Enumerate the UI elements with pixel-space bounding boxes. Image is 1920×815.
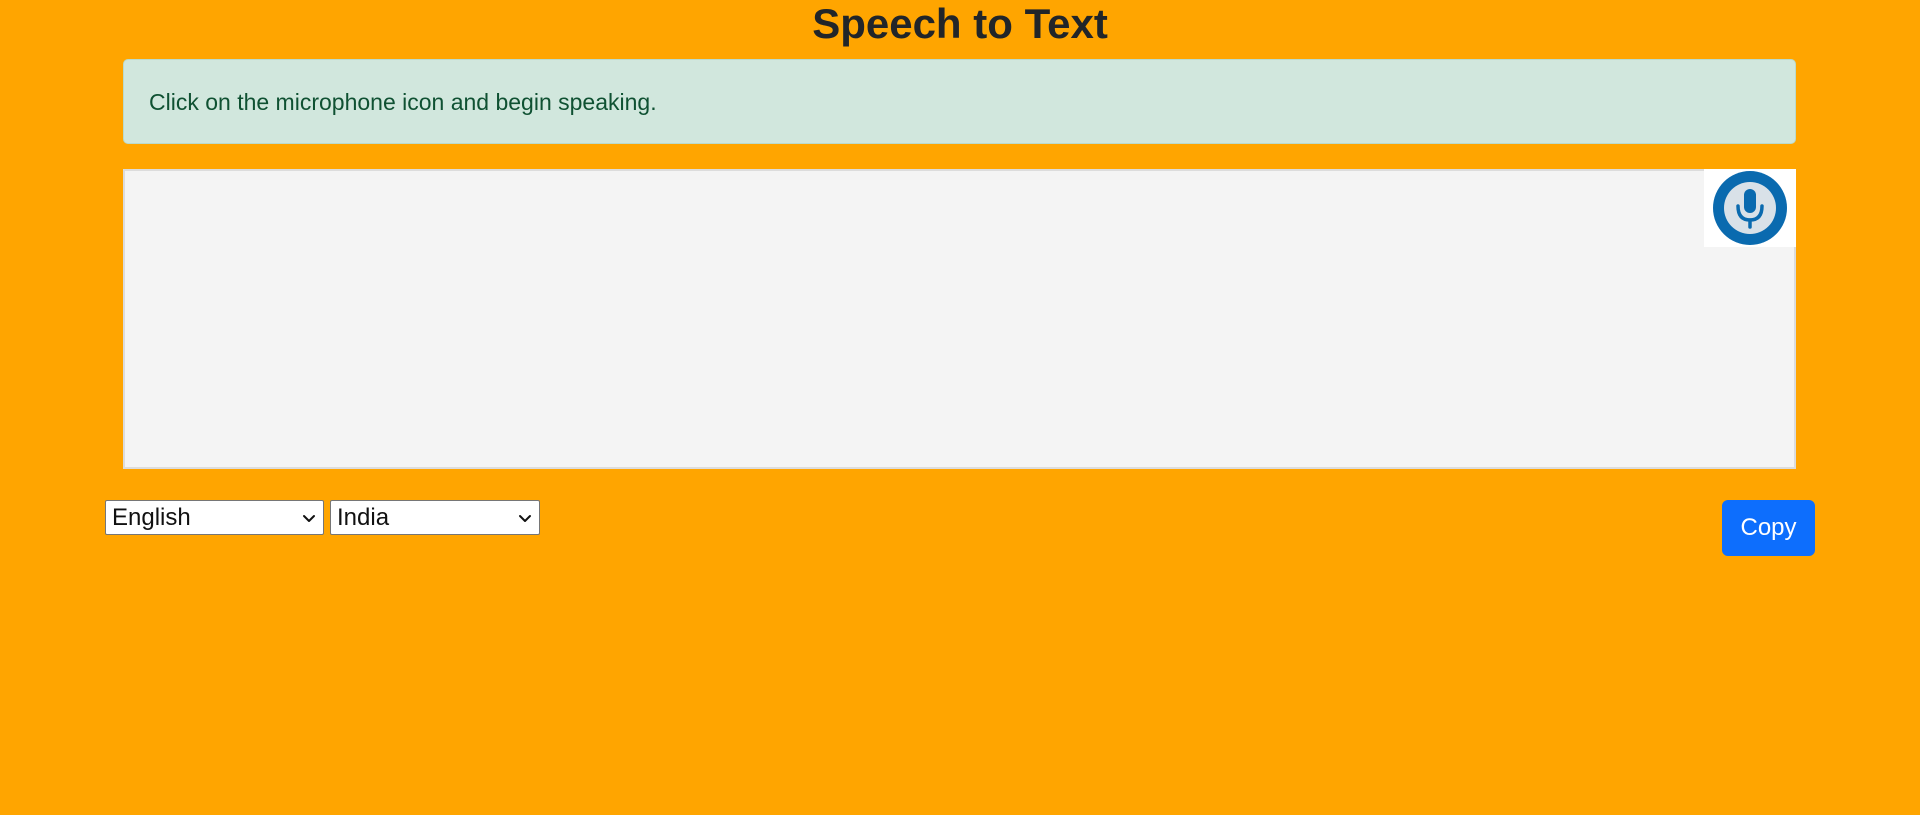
- info-message: Click on the microphone icon and begin s…: [149, 89, 657, 115]
- microphone-button[interactable]: [1704, 169, 1796, 247]
- language-select[interactable]: English: [105, 500, 324, 535]
- copy-button[interactable]: Copy: [1722, 500, 1815, 556]
- chevron-down-icon: [519, 514, 531, 522]
- region-select[interactable]: India: [330, 500, 540, 535]
- region-select-value: India: [337, 503, 390, 531]
- chevron-down-icon: [303, 514, 315, 522]
- page: Speech to Text Click on the microphone i…: [0, 0, 1920, 815]
- transcript-textarea[interactable]: [123, 169, 1796, 469]
- info-alert: Click on the microphone icon and begin s…: [123, 59, 1796, 144]
- language-select-value: English: [112, 503, 191, 531]
- page-title: Speech to Text: [812, 0, 1108, 47]
- microphone-icon: [1713, 171, 1787, 245]
